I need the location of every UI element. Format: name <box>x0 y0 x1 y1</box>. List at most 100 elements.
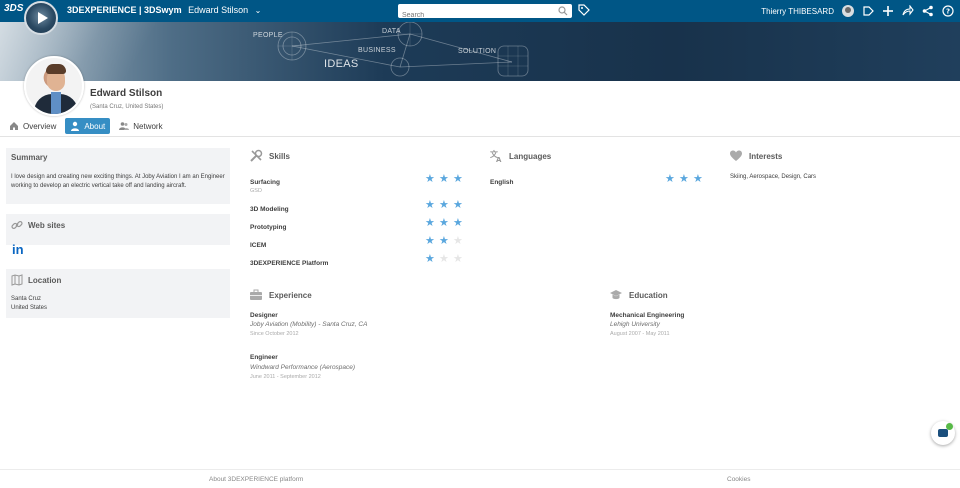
brand-user: Edward Stilson <box>188 5 249 15</box>
share-arrow-icon[interactable] <box>902 5 914 17</box>
star-filled-icon[interactable]: ★ <box>439 236 450 247</box>
star-filled-icon[interactable]: ★ <box>425 218 436 229</box>
heart-icon <box>730 150 742 161</box>
star-filled-icon[interactable]: ★ <box>425 200 436 211</box>
languages-title: Languages <box>509 151 552 161</box>
language-name: English <box>490 179 514 186</box>
school-name: Lehigh University <box>610 321 660 328</box>
interests-text: Skiing, Aerospace, Design, Cars <box>730 174 817 180</box>
experience-title: Experience <box>269 290 312 300</box>
search-box[interactable] <box>398 4 572 23</box>
star-filled-icon[interactable]: ★ <box>453 200 464 211</box>
online-status-icon <box>946 423 953 430</box>
map-icon <box>11 274 23 286</box>
user-avatar[interactable] <box>842 5 854 17</box>
brand-name: 3DEXPERIENCE <box>67 5 137 15</box>
search-icon[interactable] <box>558 6 568 16</box>
banner-word: IDEAS <box>324 58 359 70</box>
languages-heading: 文A Languages <box>489 149 551 163</box>
briefcase-icon <box>250 289 262 300</box>
star-filled-icon[interactable]: ★ <box>425 236 436 247</box>
interests-heading: Interests <box>729 149 782 163</box>
chat-icon <box>938 429 948 437</box>
skill-name: Prototyping <box>250 224 287 231</box>
app-brand[interactable]: 3DEXPERIENCE | 3DSwym Edward Stilson ⌄ <box>67 5 261 15</box>
profile-name: Edward Stilson <box>90 88 163 99</box>
profile-banner: PEOPLE DATA BUSINESS SOLUTION IDEAS <box>0 22 960 81</box>
network-share-icon[interactable] <box>922 5 934 17</box>
star-filled-icon[interactable]: ★ <box>679 174 690 185</box>
summary-text: I love design and creating new exciting … <box>11 174 225 189</box>
tag-icon[interactable] <box>578 4 590 16</box>
job-date: Since October 2012 <box>250 331 299 337</box>
star-empty-icon[interactable]: ★ <box>453 236 464 247</box>
help-icon[interactable]: ? <box>942 5 954 17</box>
job-title: Designer <box>250 312 278 319</box>
banner-word: BUSINESS <box>358 47 396 54</box>
location-city: Santa Cruz <box>11 296 42 302</box>
search-input[interactable] <box>398 8 548 23</box>
skill-sub: GSD <box>250 188 262 194</box>
plus-icon[interactable] <box>882 5 894 17</box>
star-empty-icon[interactable]: ★ <box>453 254 464 265</box>
about-platform-link[interactable]: About 3DEXPERIENCE platform <box>209 476 303 483</box>
profile-tabs: Overview About Network <box>4 118 168 134</box>
tab-label: Network <box>133 121 163 131</box>
tab-network[interactable]: Network <box>114 118 167 134</box>
star-filled-icon[interactable]: ★ <box>453 218 464 229</box>
experience-heading: Experience <box>249 288 312 302</box>
star-filled-icon[interactable]: ★ <box>693 174 704 185</box>
dassault-logo-icon[interactable]: 3DS <box>4 3 23 19</box>
websites-card: Web sites <box>6 214 230 245</box>
compass-icon[interactable] <box>24 1 58 35</box>
job-date: June 2011 - September 2012 <box>250 374 321 380</box>
tab-label: About <box>84 121 106 131</box>
education-heading: Education <box>609 288 668 302</box>
star-filled-icon[interactable]: ★ <box>665 174 676 185</box>
tab-label: Overview <box>23 121 57 131</box>
notification-tag-icon[interactable] <box>862 5 874 17</box>
skill-rating[interactable]: ★ ★ ★ <box>425 254 464 265</box>
language-rating[interactable]: ★ ★ ★ <box>665 174 704 185</box>
people-icon <box>119 122 130 130</box>
linkedin-icon[interactable]: in <box>12 242 24 257</box>
chevron-down-icon[interactable]: ⌄ <box>255 6 262 15</box>
footer: About 3DEXPERIENCE platform Cookies <box>0 469 960 488</box>
star-filled-icon[interactable]: ★ <box>439 200 450 211</box>
interests-title: Interests <box>749 151 783 161</box>
location-country: United States <box>11 305 48 311</box>
skill-rating[interactable]: ★ ★ ★ <box>425 236 464 247</box>
star-filled-icon[interactable]: ★ <box>439 174 450 185</box>
skill-name: Surfacing <box>250 179 280 186</box>
job-org: Windward Performance (Aerospace) <box>250 364 356 371</box>
svg-text:A: A <box>496 156 502 163</box>
tab-overview[interactable]: Overview <box>4 118 61 134</box>
star-filled-icon[interactable]: ★ <box>439 218 450 229</box>
translate-icon: 文A <box>490 149 502 163</box>
profile-avatar[interactable] <box>24 56 84 116</box>
websites-title: Web sites <box>11 219 65 231</box>
summary-card: Summary I love design and creating new e… <box>6 148 230 204</box>
star-empty-icon[interactable]: ★ <box>439 254 450 265</box>
star-filled-icon[interactable]: ★ <box>425 254 436 265</box>
star-filled-icon[interactable]: ★ <box>425 174 436 185</box>
home-icon <box>10 122 18 130</box>
summary-title: Summary <box>11 153 48 162</box>
tab-about[interactable]: About <box>65 118 111 134</box>
location-title-text: Location <box>28 275 62 285</box>
skill-name: 3D Modeling <box>250 206 289 213</box>
degree-title: Mechanical Engineering <box>610 312 685 319</box>
cookies-link[interactable]: Cookies <box>727 476 750 483</box>
skill-rating[interactable]: ★ ★ ★ <box>425 200 464 211</box>
current-user-name[interactable]: Thierry THIBESARD <box>761 7 834 16</box>
brand-app: | 3DSwym <box>136 5 182 15</box>
chat-button[interactable] <box>931 421 955 445</box>
tools-icon <box>250 149 263 162</box>
skill-rating[interactable]: ★ ★ ★ <box>425 174 464 185</box>
websites-title-text: Web sites <box>28 220 66 230</box>
skill-rating[interactable]: ★ ★ ★ <box>425 218 464 229</box>
top-right-actions: Thierry THIBESARD ? <box>761 3 954 19</box>
person-icon <box>71 121 80 131</box>
skill-name: ICEM <box>250 242 267 249</box>
star-filled-icon[interactable]: ★ <box>453 174 464 185</box>
